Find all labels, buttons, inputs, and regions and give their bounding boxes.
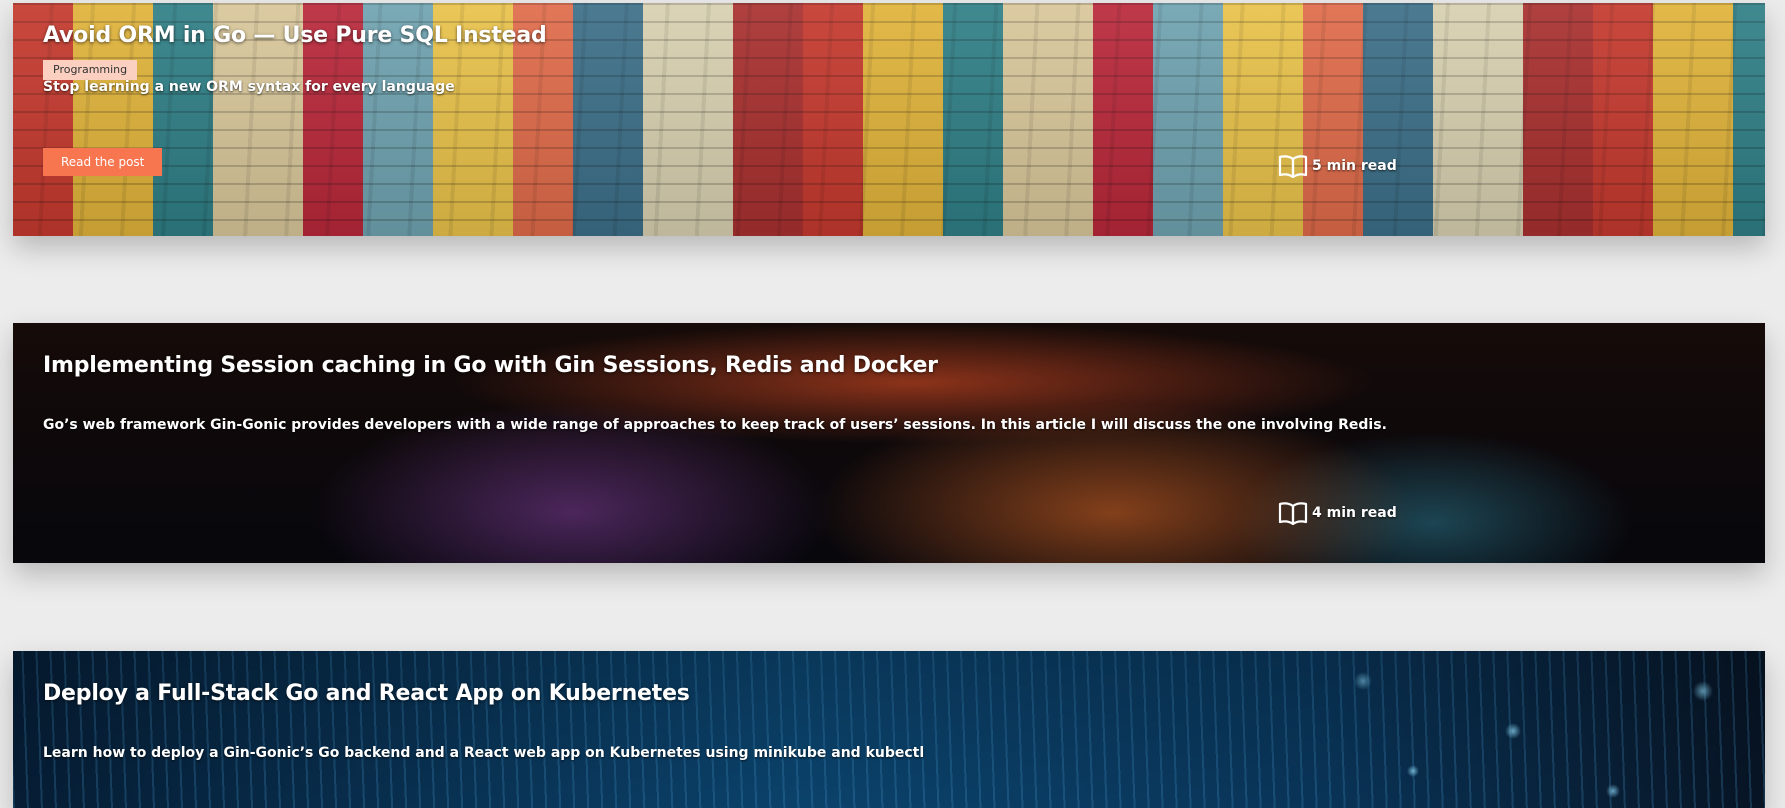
open-book-icon <box>1278 501 1308 525</box>
post-description: Learn how to deploy a Gin-Gonic’s Go bac… <box>43 745 925 761</box>
post-card-kubernetes[interactable]: Deploy a Full-Stack Go and React App on … <box>13 651 1765 808</box>
post-title[interactable]: Deploy a Full-Stack Go and React App on … <box>43 681 690 706</box>
post-title[interactable]: Implementing Session caching in Go with … <box>43 353 938 378</box>
post-title[interactable]: Avoid ORM in Go — Use Pure SQL Instead <box>43 23 547 48</box>
read-time-label: 5 min read <box>1312 158 1397 174</box>
open-book-icon <box>1278 154 1308 178</box>
post-description: Go’s web framework Gin-Gonic provides de… <box>43 417 1387 433</box>
post-card-orm[interactable]: Avoid ORM in Go — Use Pure SQL Instead P… <box>13 3 1765 236</box>
read-time-label: 4 min read <box>1312 505 1397 521</box>
category-tag[interactable]: Programming <box>43 60 138 80</box>
read-time: 4 min read <box>1278 501 1397 525</box>
read-time: 5 min read <box>1278 154 1397 178</box>
post-feed: Avoid ORM in Go — Use Pure SQL Instead P… <box>0 0 1785 808</box>
post-card-session-caching[interactable]: Implementing Session caching in Go with … <box>13 323 1765 563</box>
post-description: Stop learning a new ORM syntax for every… <box>43 79 455 95</box>
read-post-button[interactable]: Read the post <box>43 148 163 176</box>
